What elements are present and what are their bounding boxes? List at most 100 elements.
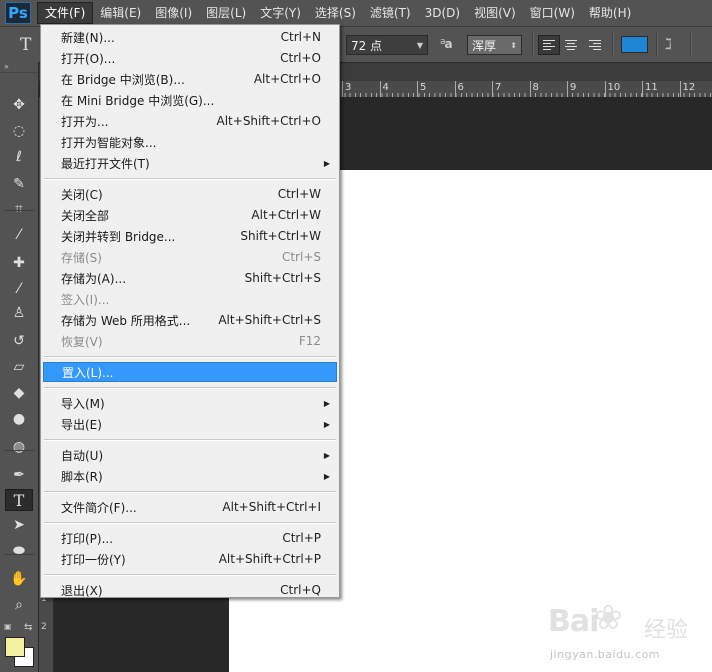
file-menu-item[interactable]: 自动(U) ▶	[43, 445, 337, 465]
horizontal-ruler[interactable]: 3 4 5 6 7 8 9 10 11 12	[339, 81, 712, 98]
ruler-number: 10	[607, 82, 621, 93]
menu-item-shortcut: Ctrl+Q	[280, 583, 321, 597]
foreground-color-swatch[interactable]	[5, 637, 25, 657]
file-menu-item[interactable]: 导入(M) ▶	[43, 393, 337, 413]
menu-item-shortcut: F12	[298, 334, 321, 348]
menu-separator	[44, 574, 336, 576]
clone-stamp-tool[interactable]: ♙	[5, 302, 33, 324]
menu-3[interactable]: 图层(L)	[199, 2, 253, 24]
menu-6[interactable]: 滤镜(T)	[363, 2, 418, 24]
watermark-url: jingyan.baidu.com	[550, 648, 661, 661]
file-menu-item[interactable]: 文件简介(F)... Alt+Shift+Ctrl+I	[43, 497, 337, 517]
brush-tool[interactable]: ⁄	[5, 278, 33, 300]
ruler-number: 12	[682, 82, 696, 93]
pen-tool[interactable]: ✒	[5, 464, 33, 486]
file-menu-item[interactable]: 打开为智能对象...	[43, 132, 337, 152]
menu-item-label: 打印一份(Y)	[61, 552, 126, 567]
align-left-button[interactable]	[538, 35, 560, 55]
menu-10[interactable]: 帮助(H)	[582, 2, 638, 24]
menu-separator	[44, 491, 336, 493]
quick-selection-tool[interactable]: ✎	[5, 173, 33, 195]
ruler-number: 5	[420, 82, 427, 93]
baidu-jingyan-watermark: Bai ❀ 经验 jingyan.baidu.com	[548, 598, 708, 668]
type-tool-preset-icon[interactable]: T	[20, 35, 31, 55]
default-colors-icon[interactable]: ▣	[4, 622, 12, 631]
file-menu-item[interactable]: 存储为 Web 所用格式... Alt+Shift+Ctrl+S	[43, 310, 337, 330]
zoom-tool[interactable]: ⌕	[5, 594, 33, 616]
menu-item-label: 打印(P)...	[61, 531, 114, 546]
move-tool-icon: ✥	[13, 97, 25, 113]
menu-item-label: 自动(U)	[61, 448, 104, 463]
menu-8[interactable]: 视图(V)	[467, 2, 523, 24]
file-menu-item[interactable]: 存储为(A)... Shift+Ctrl+S	[43, 268, 337, 288]
ruler-tick	[492, 81, 493, 97]
marquee-tool[interactable]: ◌	[5, 120, 33, 142]
brush-tool-icon: ⁄	[17, 281, 21, 297]
file-menu-item[interactable]: 关闭全部 Alt+Ctrl+W	[43, 205, 337, 225]
align-right-button[interactable]	[585, 35, 607, 55]
eraser-tool[interactable]: ▱	[5, 356, 33, 378]
file-menu-item[interactable]: 打开(O)... Ctrl+O	[43, 48, 337, 68]
watermark-cn-text: 经验	[644, 618, 689, 643]
align-center-button[interactable]	[561, 35, 583, 55]
baidu-paw-icon: ❀	[594, 598, 623, 638]
eraser-tool-icon: ▱	[13, 359, 25, 375]
anti-alias-value: 浑厚	[472, 38, 497, 53]
file-menu-item[interactable]: 退出(X) Ctrl+Q	[43, 580, 337, 600]
file-menu-item[interactable]: 打开为... Alt+Shift+Ctrl+O	[43, 111, 337, 131]
warp-text-icon[interactable]: ℷ	[665, 35, 672, 53]
move-tool[interactable]: ✥	[5, 94, 33, 116]
menu-9[interactable]: 窗口(W)	[523, 2, 582, 24]
blur-tool-icon: ●	[12, 411, 26, 427]
file-menu-item[interactable]: 关闭(C) Ctrl+W	[43, 184, 337, 204]
menu-0[interactable]: 文件(F)	[37, 2, 94, 24]
path-selection-tool[interactable]: ➤	[5, 514, 33, 536]
menu-item-label: 存储为 Web 所用格式...	[61, 313, 191, 328]
file-menu-item[interactable]: 导出(E) ▶	[43, 414, 337, 434]
history-brush-tool[interactable]: ↺	[5, 330, 33, 352]
tool-divider	[4, 450, 34, 451]
file-menu-item[interactable]: 关闭并转到 Bridge... Shift+Ctrl+W	[43, 226, 337, 246]
ruler-number: 11	[645, 82, 658, 93]
ruler-tick	[529, 81, 531, 97]
path-selection-tool-icon: ➤	[13, 517, 25, 533]
menu-item-shortcut: Ctrl+S	[281, 250, 321, 264]
file-menu-item[interactable]: 最近打开文件(T) ▶	[43, 153, 337, 173]
dodge-tool[interactable]: ◍	[5, 436, 33, 458]
menu-2[interactable]: 图像(I)	[148, 2, 199, 24]
file-menu-item[interactable]: 打印一份(Y) Alt+Shift+Ctrl+P	[43, 549, 337, 569]
hand-tool[interactable]: ✋	[5, 568, 33, 590]
file-menu-item[interactable]: 脚本(R) ▶	[43, 466, 337, 486]
file-menu-item[interactable]: 在 Bridge 中浏览(B)... Alt+Ctrl+O	[43, 69, 337, 89]
ruler-number: 3	[345, 82, 352, 93]
menu-item-label: 打开(O)...	[61, 51, 116, 66]
menu-7[interactable]: 3D(D)	[418, 2, 467, 24]
panel-collapse-icon[interactable]: »	[0, 62, 38, 73]
paint-bucket-tool[interactable]: ◆	[5, 382, 33, 404]
text-color-swatch[interactable]	[621, 36, 648, 53]
blur-tool[interactable]: ●	[5, 408, 33, 430]
menu-item-label: 置入(L)...	[62, 365, 114, 380]
menu-separator	[44, 522, 336, 524]
ruler-tick	[567, 81, 568, 97]
eyedropper-tool[interactable]: ⁄	[5, 224, 33, 246]
marquee-tool-icon: ◌	[12, 123, 26, 139]
healing-brush-tool[interactable]: ✚	[5, 252, 33, 274]
menu-5[interactable]: 选择(S)	[308, 2, 363, 24]
zoom-tool-icon: ⌕	[15, 597, 23, 613]
menu-4[interactable]: 文字(Y)	[253, 2, 308, 24]
file-menu-item[interactable]: 置入(L)...	[43, 362, 337, 382]
file-menu-item[interactable]: 新建(N)... Ctrl+N	[43, 27, 337, 47]
menu-item-label: 关闭(C)	[61, 187, 103, 202]
lasso-tool[interactable]: ℓ	[5, 146, 33, 168]
crop-tool[interactable]: ⌗	[5, 198, 33, 220]
swap-colors-icon[interactable]: ⇆	[24, 622, 32, 633]
font-size-select[interactable]: 72 点 ▼	[346, 35, 428, 55]
ellipse-tool[interactable]: ⬬	[5, 540, 33, 562]
anti-alias-select[interactable]: 浑厚 ⬍	[467, 35, 522, 55]
type-tool[interactable]: T	[5, 489, 33, 511]
menu-1[interactable]: 编辑(E)	[93, 2, 148, 24]
file-menu-item[interactable]: 打印(P)... Ctrl+P	[43, 528, 337, 548]
crop-tool-icon: ⌗	[15, 201, 23, 217]
file-menu-item[interactable]: 在 Mini Bridge 中浏览(G)...	[43, 90, 337, 110]
